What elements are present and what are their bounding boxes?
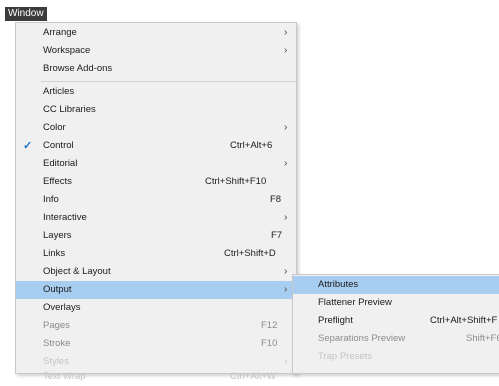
menu-item-effects[interactable]: Effects Ctrl+Shift+F10 [16,173,296,191]
submenu-item-attributes[interactable]: Attributes [293,276,499,294]
menu-item-label: Color [43,122,66,133]
menu-item-shortcut: F8 [270,194,282,205]
menu-item-label: Layers [43,230,72,241]
submenu-arrow-icon: › [284,122,288,133]
menu-item-color[interactable]: Color › [16,119,296,137]
menu-item-shortcut: Ctrl+Shift+D [224,248,276,259]
menu-item-stroke[interactable]: Stroke F10 [16,335,296,353]
submenu-arrow-icon: › [284,266,288,277]
menu-item-label: Output [43,284,72,295]
submenu-arrow-icon: › [284,27,288,38]
menu-item-editorial[interactable]: Editorial › [16,155,296,173]
menu-item-label: Browse Add-ons [43,63,113,74]
menu-item-label: Separations Preview [318,333,406,344]
menu-item-control[interactable]: ✓ Control Ctrl+Alt+6 [16,137,296,155]
menu-item-workspace[interactable]: Workspace › [16,42,296,60]
menu-item-label: Editorial [43,158,78,169]
menu-item-label: Flattener Preview [318,297,392,308]
menu-item-object-layout[interactable]: Object & Layout › [16,263,296,281]
menu-item-shortcut: F7 [271,230,283,241]
window-menu[interactable]: Window [5,7,47,21]
menu-item-label: Effects [43,176,72,187]
submenu-arrow-icon: › [284,212,288,223]
menu-item-shortcut: Shift+F6 [466,333,499,344]
menu-item-label: Object & Layout [43,266,111,277]
menu-item-label: Info [43,194,59,205]
submenu-arrow-icon: › [284,45,288,56]
menu-item-label: Stroke [43,338,71,349]
submenu-item-flattener-preview[interactable]: Flattener Preview [293,294,499,312]
submenu-arrow-icon: › [284,284,288,295]
menu-item-label: Workspace [43,45,91,56]
menu-item-label: Text Wrap [43,371,86,382]
submenu-arrow-icon: › [284,158,288,169]
menu-item-label: Pages [43,320,70,331]
menu-item-text-wrap[interactable]: Text Wrap Ctrl+Alt+W [16,368,296,386]
menu-item-label: Links [43,248,66,259]
menu-item-label: Control [43,140,74,151]
menu-item-links[interactable]: Links Ctrl+Shift+D [16,245,296,263]
menu-item-shortcut: F10 [261,338,278,349]
menu-item-label: Overlays [43,302,81,313]
menu-item-browse-addons[interactable]: Browse Add-ons [16,60,296,78]
submenu-item-separations-preview[interactable]: Separations Preview Shift+F6 [293,330,499,348]
menu-item-label: Attributes [318,279,359,290]
menu-bar: Window [0,0,499,22]
menu-item-shortcut: Ctrl+Alt+6 [230,140,273,151]
window-dropdown-menu: Arrange › Workspace › Browse Add-ons Art… [15,22,297,382]
submenu-item-trap-presets[interactable]: Trap Presets [293,348,499,366]
menu-item-label: Preflight [318,315,353,326]
menu-item-arrange[interactable]: Arrange › [16,24,296,42]
menu-item-info[interactable]: Info F8 [16,191,296,209]
menu-item-articles[interactable]: Articles [16,83,296,101]
menu-item-layers[interactable]: Layers F7 [16,227,296,245]
menu-item-shortcut: Ctrl+Shift+F10 [205,176,267,187]
menu-item-label: Articles [43,86,75,97]
submenu-item-preflight[interactable]: Preflight Ctrl+Alt+Shift+F [293,312,499,330]
menu-item-label: Interactive [43,212,87,223]
menu-item-shortcut: Ctrl+Alt+Shift+F [430,315,498,326]
menu-item-shortcut: Ctrl+Alt+W [230,371,276,382]
menu-item-overlays[interactable]: Overlays [16,299,296,317]
menu-item-pages[interactable]: Pages F12 [16,317,296,335]
menu-item-label: CC Libraries [43,104,96,115]
menu-item-label: Trap Presets [318,351,373,362]
menu-item-shortcut: F12 [261,320,278,331]
output-submenu: Attributes Flattener Preview Preflight C… [292,274,499,374]
menu-item-label: Arrange [43,27,77,38]
checkmark-icon: ✓ [23,140,33,152]
menu-item-cc-libraries[interactable]: CC Libraries [16,101,296,119]
menu-item-interactive[interactable]: Interactive › [16,209,296,227]
menu-separator [41,81,296,82]
menu-item-output[interactable]: Output › [16,281,296,299]
